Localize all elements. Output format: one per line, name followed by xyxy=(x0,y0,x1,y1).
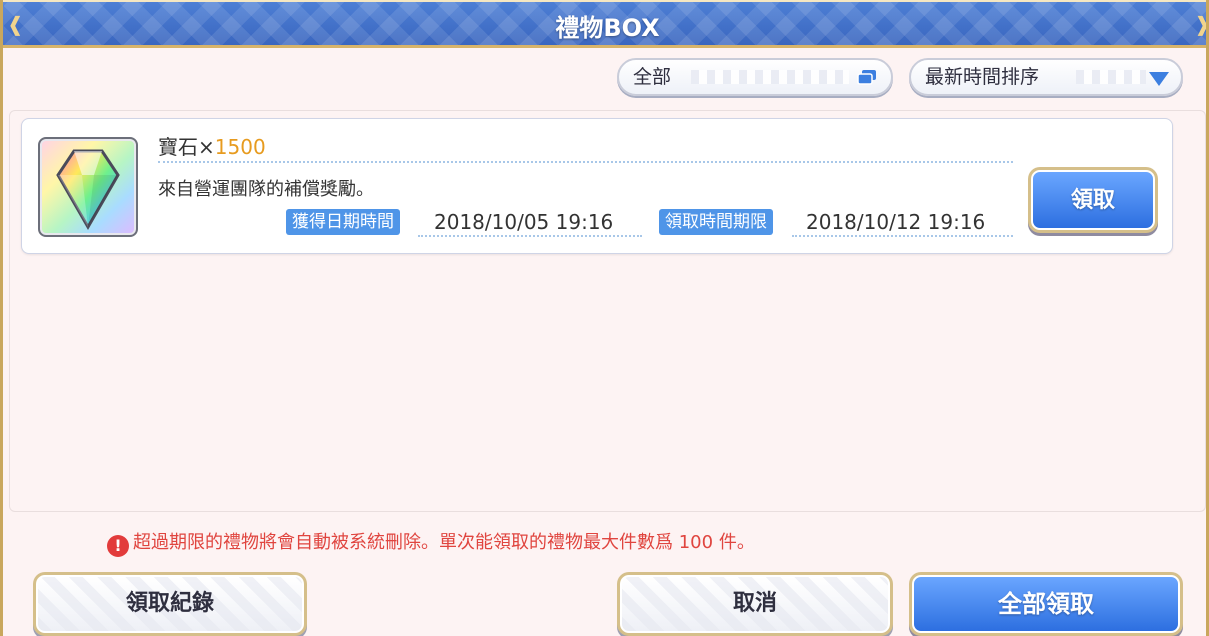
dropdown-arrow-icon xyxy=(1149,72,1169,86)
divider xyxy=(792,235,1013,237)
received-date: 2018/10/05 19:16 xyxy=(434,210,614,234)
divider xyxy=(158,161,1013,163)
claim-history-label: 領取紀錄 xyxy=(36,575,304,633)
divider xyxy=(418,235,642,237)
notice-text: 超過期限的禮物將會自動被系統刪除。單次能領取的禮物最大件數爲 xyxy=(133,532,673,553)
dialog-title: 禮物BOX xyxy=(555,14,660,42)
exclamation-icon: ! xyxy=(107,535,129,557)
received-date-tag: 獲得日期時間 xyxy=(286,209,400,235)
gift-quantity: 1500 xyxy=(214,135,266,159)
claim-all-button[interactable]: 全部領取 xyxy=(909,572,1183,636)
sort-dropdown-label: 最新時間排序 xyxy=(925,66,1040,88)
claim-all-label: 全部領取 xyxy=(912,575,1180,633)
rainbow-gem-icon xyxy=(38,137,138,237)
notice-max-count: 100 xyxy=(678,532,714,553)
title-bar: ❰ 禮物BOX ❱ xyxy=(3,0,1206,48)
claim-button[interactable]: 領取 xyxy=(1028,167,1158,233)
cancel-label: 取消 xyxy=(620,575,890,633)
sort-decoration xyxy=(1076,70,1146,84)
gift-description: 來自營運團隊的補償獎勵。 xyxy=(158,179,374,200)
claim-button-label: 領取 xyxy=(1031,170,1155,230)
deadline-date: 2018/10/12 19:16 xyxy=(806,210,986,234)
ornament-right-icon: ❱ xyxy=(1194,6,1206,42)
deadline-tag: 領取時間期限 xyxy=(659,209,773,235)
filter-decoration xyxy=(691,70,849,84)
category-filter-label: 全部 xyxy=(633,66,672,88)
cancel-button[interactable]: 取消 xyxy=(617,572,893,636)
category-filter-button[interactable]: 全部 xyxy=(617,58,893,96)
gift-box-dialog: ❰ 禮物BOX ❱ 全部 最新時間排序 xyxy=(0,0,1209,636)
notice-suffix: 件。 xyxy=(718,532,755,553)
sort-dropdown[interactable]: 最新時間排序 xyxy=(909,58,1183,96)
expiry-notice: ! 超過期限的禮物將會自動被系統刪除。單次能領取的禮物最大件數爲 100 件。 xyxy=(107,530,755,557)
gift-name: 寶石×1500 xyxy=(158,135,266,159)
filter-window-icon xyxy=(857,70,876,85)
gift-list-item: 寶石×1500 來自營運團隊的補償獎勵。 獲得日期時間 2018/10/05 1… xyxy=(21,118,1173,254)
claim-history-button[interactable]: 領取紀錄 xyxy=(33,572,307,636)
